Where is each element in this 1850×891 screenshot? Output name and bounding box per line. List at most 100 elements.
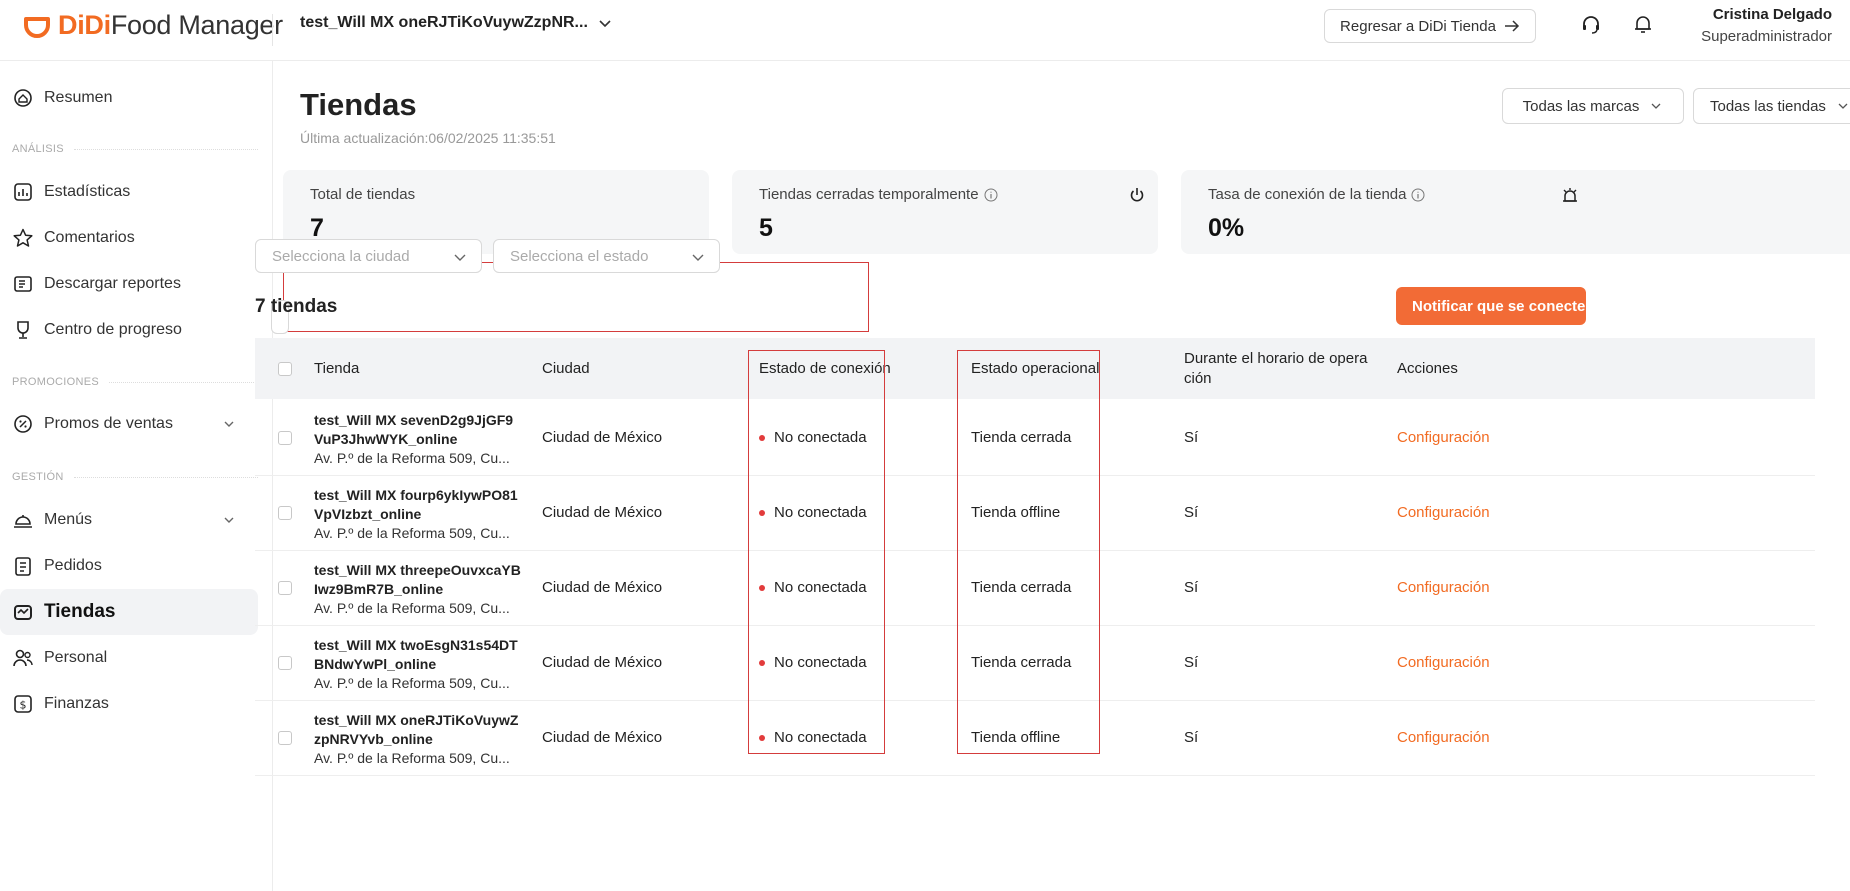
alarm-icon[interactable]	[1561, 186, 1579, 204]
table-header: Tienda Ciudad Estado de conexión Estado …	[255, 338, 1815, 399]
column-header-actions: Acciones	[1397, 360, 1458, 377]
configuration-link[interactable]: Configuración	[1397, 579, 1490, 596]
chevron-down-icon	[1838, 103, 1848, 109]
configuration-link[interactable]: Configuración	[1397, 504, 1490, 521]
row-checkbox[interactable]	[278, 431, 292, 445]
row-checkbox[interactable]	[278, 656, 292, 670]
power-icon[interactable]	[1128, 186, 1146, 204]
sidebar-item-menus[interactable]: Menús	[0, 497, 258, 543]
sidebar-item-label: Comentarios	[44, 229, 135, 246]
configuration-link[interactable]: Configuración	[1397, 654, 1490, 671]
table-row: test_Will MX oneRJTiKoVuywZ zpNRVYvb_onli…	[255, 700, 1815, 776]
sidebar-item-personal[interactable]: Personal	[0, 635, 258, 681]
svg-text:$: $	[20, 699, 27, 712]
status-dot-icon	[759, 660, 765, 667]
column-header-city[interactable]: Ciudad	[542, 338, 590, 399]
table-row: test_Will MX sevenD2g9JjGF9 VuP3JhwWYK_on…	[255, 400, 1815, 476]
discount-icon	[14, 415, 32, 433]
operational-status-cell: Tienda cerrada	[971, 654, 1072, 671]
connection-rate-card: Tasa de conexión de la tienda 0%	[1181, 170, 1850, 254]
sidebar-item-estadisticas[interactable]: Estadísticas	[0, 169, 258, 215]
store-name-line1: test_Will MX fourp6ykIywPO81	[314, 487, 518, 503]
operational-status-cell: Tienda offline	[971, 729, 1061, 746]
status-dot-icon	[759, 735, 765, 742]
star-icon	[13, 228, 33, 247]
status-dot-icon	[759, 435, 765, 442]
sidebar-item-label: Resumen	[44, 89, 113, 106]
sidebar-item-promos[interactable]: Promos de ventas	[0, 401, 258, 447]
dollar-icon: $	[14, 695, 32, 713]
operational-status-cell: Tienda cerrada	[971, 429, 1072, 446]
last-update-text: Última actualización:06/02/2025 11:35:51	[300, 130, 556, 146]
sidebar-item-label: Centro de progreso	[44, 321, 182, 338]
city-select[interactable]: Selecciona la ciudad	[255, 239, 482, 273]
configuration-link[interactable]: Configuración	[1397, 729, 1490, 746]
city-cell: Ciudad de México	[542, 729, 663, 746]
store-filter-dropdown[interactable]: Todas las tiendas	[1693, 88, 1850, 124]
didi-logo-icon	[24, 16, 50, 38]
city-cell: Ciudad de México	[542, 504, 663, 521]
header-divider	[272, 14, 273, 46]
column-header-connection[interactable]: Estado de conexión	[759, 338, 891, 399]
store-cell: test_Will MX threepeOuvxcaYB Iwz9BmR7B_on…	[314, 561, 521, 618]
column-header-hours[interactable]: Durante el horario de opera ción	[1184, 338, 1367, 399]
cloche-icon	[14, 515, 32, 528]
people-icon	[13, 649, 33, 667]
sidebar-item-finanzas[interactable]: $ Finanzas	[0, 681, 258, 727]
home-icon	[14, 89, 32, 107]
store-name-line2: VuP3JhwWYK_online	[314, 431, 458, 447]
connection-status-text: No conectada	[774, 429, 867, 446]
store-address: Av. P.º de la Reforma 509, Cu...	[314, 525, 510, 541]
sidebar-item-tiendas[interactable]: Tiendas	[0, 589, 258, 635]
section-label-analisis: ANÁLISIS	[12, 143, 258, 155]
hours-cell: Sí	[1184, 654, 1199, 671]
column-header-store[interactable]: Tienda	[314, 338, 359, 399]
total-stores-label: Total de tiendas	[310, 186, 416, 203]
info-icon[interactable]	[1411, 188, 1425, 202]
state-select[interactable]: Selecciona el estado	[493, 239, 720, 273]
user-name[interactable]: Cristina Delgado	[1680, 6, 1832, 23]
info-icon[interactable]	[984, 188, 998, 202]
store-cell: test_Will MX oneRJTiKoVuywZ zpNRVYvb_onli…	[314, 711, 518, 768]
chevron-down-icon	[692, 254, 704, 261]
connection-rate-value: 0%	[1208, 214, 1245, 242]
store-selector[interactable]: test_Will MX oneRJTiKoVuywZzpNR...	[300, 14, 612, 32]
configuration-link[interactable]: Configuración	[1397, 429, 1490, 446]
store-address: Av. P.º de la Reforma 509, Cu...	[314, 450, 510, 466]
store-icon	[14, 605, 32, 620]
operational-status-cell: Tienda cerrada	[971, 579, 1072, 596]
row-checkbox[interactable]	[278, 506, 292, 520]
sidebar-item-centro-progreso[interactable]: Centro de progreso	[0, 307, 258, 353]
city-cell: Ciudad de México	[542, 429, 663, 446]
page-title: Tiendas	[300, 87, 417, 122]
select-all-checkbox[interactable]	[278, 361, 292, 376]
logo-brand: DiDi	[58, 10, 111, 40]
headset-icon[interactable]	[1580, 14, 1602, 36]
connection-status-text: No conectada	[774, 654, 867, 671]
sidebar-item-label: Menús	[44, 511, 93, 528]
user-role: Superadministrador	[1701, 28, 1832, 45]
trophy-icon	[17, 321, 29, 339]
brand-filter-dropdown[interactable]: Todas las marcas	[1502, 88, 1684, 124]
sidebar-item-pedidos[interactable]: Pedidos	[0, 543, 258, 589]
sidebar-item-descargar-reportes[interactable]: Descargar reportes	[0, 261, 258, 307]
didi-logo[interactable]: DiDiFood Manager	[22, 10, 283, 41]
row-checkbox[interactable]	[278, 581, 292, 595]
bell-icon[interactable]	[1632, 13, 1654, 35]
store-address: Av. P.º de la Reforma 509, Cu...	[314, 600, 510, 616]
store-name-line1: test_Will MX sevenD2g9JjGF9	[314, 412, 514, 428]
chevron-down-icon	[1651, 103, 1661, 109]
connection-status-cell: No conectada	[759, 504, 867, 521]
column-header-operational[interactable]: Estado operacional	[971, 338, 1099, 399]
store-cell: test_Will MX sevenD2g9JjGF9 VuP3JhwWYK_on…	[314, 411, 513, 468]
chevron-down-icon	[224, 517, 234, 523]
city-cell: Ciudad de México	[542, 654, 663, 671]
chart-icon	[14, 183, 32, 201]
store-name-line2: zpNRVYvb_online	[314, 731, 433, 747]
notify-connect-button[interactable]: Notificar que se conecte(n)	[1396, 287, 1586, 325]
sidebar-item-comentarios[interactable]: Comentarios	[0, 215, 258, 261]
sidebar-item-resumen[interactable]: Resumen	[0, 75, 258, 121]
row-checkbox[interactable]	[278, 731, 292, 745]
return-to-didi-store-button[interactable]: Regresar a DiDi Tienda	[1324, 9, 1536, 43]
store-address: Av. P.º de la Reforma 509, Cu...	[314, 750, 510, 766]
